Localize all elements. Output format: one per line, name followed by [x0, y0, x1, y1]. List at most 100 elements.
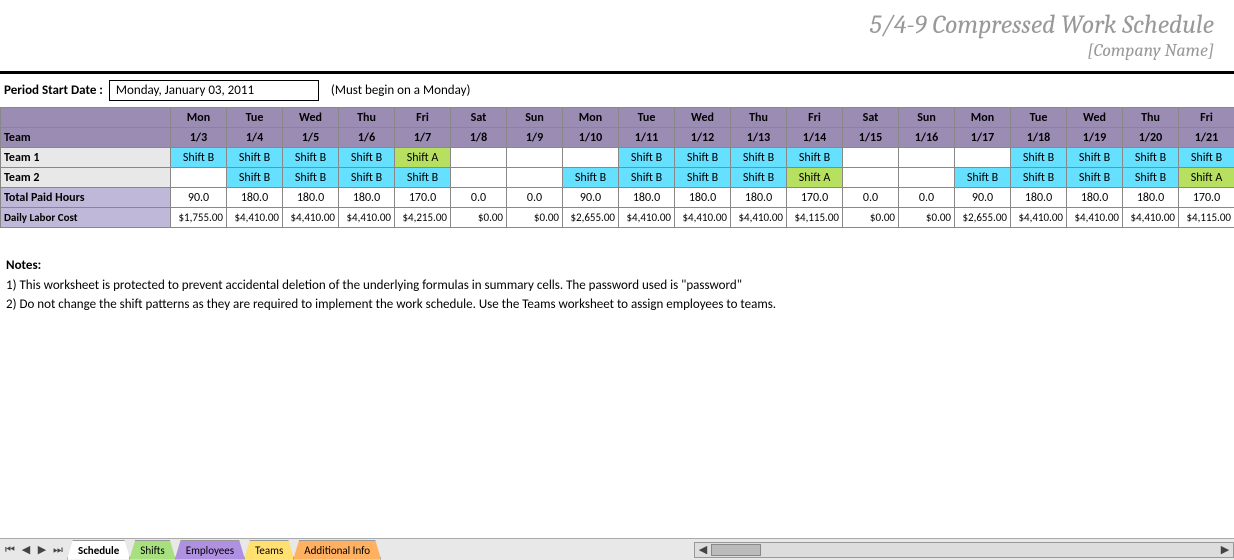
shift-cell[interactable]: Shift B: [1067, 148, 1123, 168]
shift-cell[interactable]: Shift B: [675, 148, 731, 168]
date-header: 1/7: [395, 128, 451, 148]
tab-nav-first[interactable]: ⏮: [2, 542, 18, 558]
date-header: 1/15: [843, 128, 899, 148]
total-paid-cell: 0.0: [843, 188, 899, 208]
period-start-input[interactable]: [109, 80, 319, 101]
labor-cost-cell: $2,655.00: [563, 208, 619, 228]
shift-cell[interactable]: Shift B: [395, 168, 451, 188]
sheet-tab-shifts[interactable]: Shifts: [129, 540, 175, 560]
notes-item: 1) This worksheet is protected to preven…: [6, 276, 1228, 296]
date-header: 1/12: [675, 128, 731, 148]
shift-cell[interactable]: [451, 168, 507, 188]
shift-cell[interactable]: [899, 148, 955, 168]
shift-cell[interactable]: Shift A: [787, 168, 843, 188]
day-header: Wed: [675, 108, 731, 128]
period-start-label: Period Start Date :: [4, 83, 103, 98]
day-header: Sun: [899, 108, 955, 128]
sheet-tab-schedule[interactable]: Schedule: [67, 540, 130, 560]
labor-cost-cell: $0.00: [843, 208, 899, 228]
labor-cost-cell: $4,115.00: [1179, 208, 1234, 228]
total-paid-cell: 180.0: [675, 188, 731, 208]
shift-cell[interactable]: Shift A: [1179, 168, 1234, 188]
labor-cost-cell: $4,215.00: [395, 208, 451, 228]
sheet-tab-teams[interactable]: Teams: [244, 540, 294, 560]
team-name[interactable]: Team 2: [1, 168, 171, 188]
shift-cell[interactable]: Shift A: [395, 148, 451, 168]
day-header: Mon: [171, 108, 227, 128]
shift-cell[interactable]: Shift B: [787, 148, 843, 168]
sheet-tab-additional-info[interactable]: Additional Info: [293, 540, 381, 560]
shift-cell[interactable]: Shift B: [1179, 148, 1234, 168]
shift-cell[interactable]: Shift B: [1067, 168, 1123, 188]
shift-cell[interactable]: Shift B: [619, 148, 675, 168]
shift-cell[interactable]: Shift B: [731, 168, 787, 188]
total-paid-cell: 90.0: [171, 188, 227, 208]
shift-cell[interactable]: Shift B: [619, 168, 675, 188]
labor-cost-cell: $4,410.00: [339, 208, 395, 228]
sheet-tab-employees[interactable]: Employees: [175, 540, 245, 560]
shift-cell[interactable]: Shift B: [1123, 168, 1179, 188]
shift-cell[interactable]: Shift B: [955, 168, 1011, 188]
shift-cell[interactable]: Shift B: [227, 148, 283, 168]
total-paid-cell: 170.0: [787, 188, 843, 208]
team-corner-cell: [1, 108, 171, 128]
shift-cell[interactable]: [899, 168, 955, 188]
date-header: 1/14: [787, 128, 843, 148]
shift-cell[interactable]: Shift B: [1123, 148, 1179, 168]
shift-cell[interactable]: [507, 148, 563, 168]
team-name[interactable]: Team 1: [1, 148, 171, 168]
labor-cost-cell: $4,115.00: [787, 208, 843, 228]
shift-cell[interactable]: Shift B: [283, 168, 339, 188]
shift-cell[interactable]: Shift B: [675, 168, 731, 188]
shift-cell[interactable]: Shift B: [563, 168, 619, 188]
labor-cost-cell: $4,410.00: [283, 208, 339, 228]
labor-cost-cell: $4,410.00: [675, 208, 731, 228]
total-paid-cell: 90.0: [955, 188, 1011, 208]
shift-cell[interactable]: Shift B: [1011, 148, 1067, 168]
shift-cell[interactable]: Shift B: [227, 168, 283, 188]
shift-cell[interactable]: [843, 148, 899, 168]
day-header: Sat: [451, 108, 507, 128]
notes-item: 2) Do not change the shift patterns as t…: [6, 295, 1228, 315]
scroll-thumb[interactable]: [711, 544, 761, 556]
total-paid-cell: 0.0: [451, 188, 507, 208]
scroll-right-icon[interactable]: ▶: [1217, 543, 1233, 556]
shift-cell[interactable]: Shift B: [1011, 168, 1067, 188]
total-paid-cell: 170.0: [1179, 188, 1234, 208]
day-header: Fri: [1179, 108, 1234, 128]
labor-cost-cell: $0.00: [899, 208, 955, 228]
shift-cell[interactable]: [171, 168, 227, 188]
horizontal-scrollbar[interactable]: ◀ ▶: [694, 542, 1234, 558]
date-header: 1/5: [283, 128, 339, 148]
date-header: 1/13: [731, 128, 787, 148]
day-header: Fri: [787, 108, 843, 128]
team-header-label: Team: [1, 128, 171, 148]
labor-cost-cell: $4,410.00: [227, 208, 283, 228]
shift-cell[interactable]: [843, 168, 899, 188]
tab-nav-last[interactable]: ⏭: [50, 542, 66, 558]
labor-cost-cell: $2,655.00: [955, 208, 1011, 228]
scroll-left-icon[interactable]: ◀: [695, 543, 711, 556]
shift-cell[interactable]: Shift B: [339, 148, 395, 168]
shift-cell[interactable]: [507, 168, 563, 188]
shift-cell[interactable]: Shift B: [171, 148, 227, 168]
tab-nav-next[interactable]: ▶: [34, 542, 50, 558]
shift-cell[interactable]: Shift B: [731, 148, 787, 168]
shift-cell[interactable]: Shift B: [283, 148, 339, 168]
shift-cell[interactable]: [955, 148, 1011, 168]
date-header: 1/19: [1067, 128, 1123, 148]
shift-cell[interactable]: Shift B: [339, 168, 395, 188]
shift-cell[interactable]: [563, 148, 619, 168]
tab-nav-prev[interactable]: ◀: [18, 542, 34, 558]
period-start-hint: (Must begin on a Monday): [325, 83, 471, 98]
schedule-grid: MonTueWedThuFriSatSunMonTueWedThuFriSatS…: [0, 107, 1234, 228]
day-header: Tue: [227, 108, 283, 128]
total-paid-cell: 180.0: [283, 188, 339, 208]
total-paid-cell: 180.0: [1067, 188, 1123, 208]
labor-cost-label: Daily Labor Cost: [1, 208, 171, 228]
total-paid-cell: 180.0: [1011, 188, 1067, 208]
shift-cell[interactable]: [451, 148, 507, 168]
total-paid-cell: 180.0: [1123, 188, 1179, 208]
date-header: 1/17: [955, 128, 1011, 148]
labor-cost-cell: $4,410.00: [619, 208, 675, 228]
